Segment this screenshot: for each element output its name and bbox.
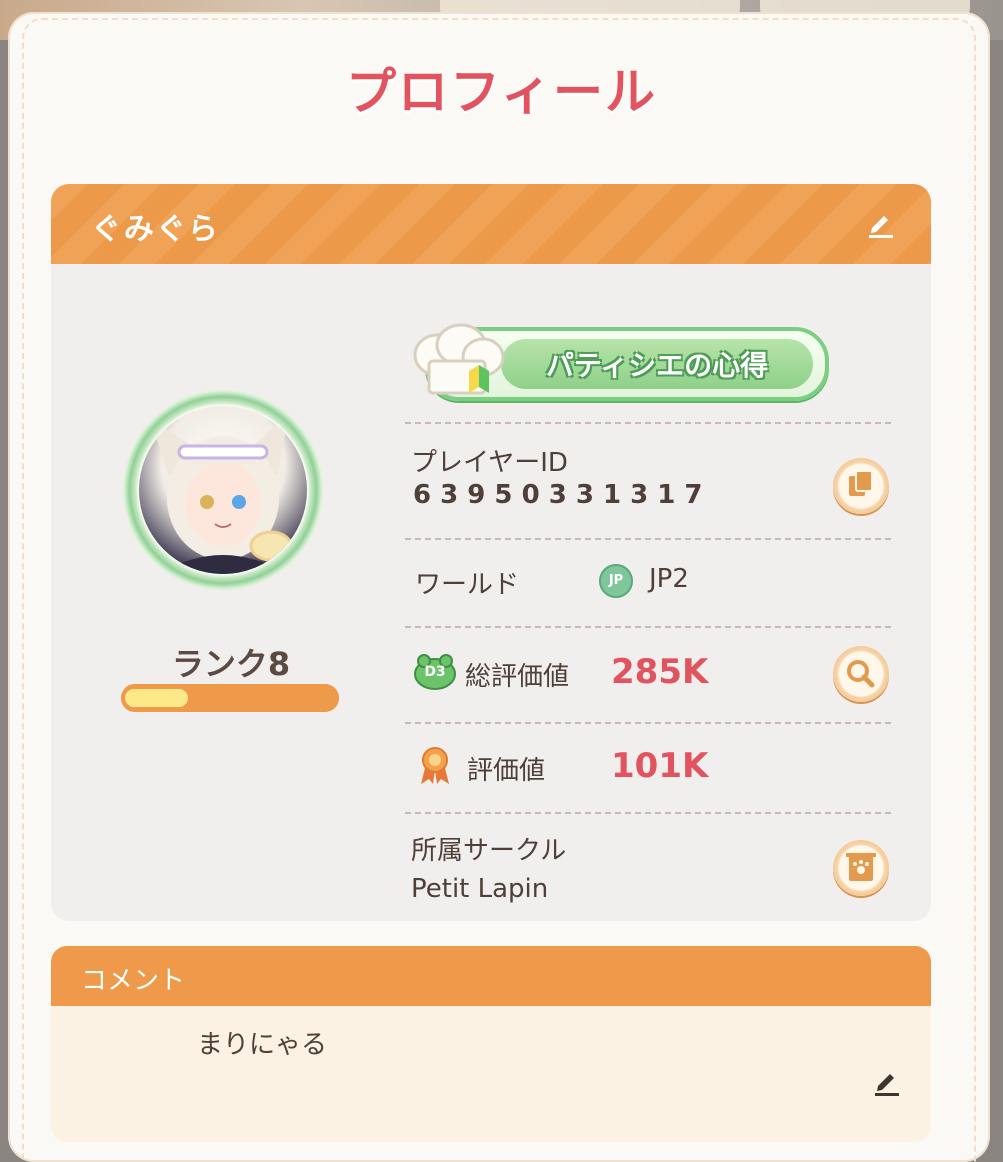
- divider: [405, 422, 891, 424]
- player-id-label: プレイヤーID: [411, 448, 568, 478]
- player-avatar[interactable]: [123, 390, 323, 590]
- comment-section: コメント まりにゃる: [51, 946, 931, 1142]
- rating-label: 評価値: [467, 756, 546, 786]
- rating-value: 101K: [611, 746, 709, 786]
- profile-card-header: ぐみぐら: [51, 184, 931, 264]
- comment-text: まりにゃる: [197, 1030, 328, 1060]
- comment-header: コメント: [51, 946, 931, 1006]
- magnifier-icon: [847, 660, 875, 688]
- comment-header-label: コメント: [81, 966, 186, 996]
- divider: [405, 722, 891, 724]
- cat-girl-portrait: [149, 414, 293, 574]
- pencil-icon[interactable]: [869, 1064, 903, 1098]
- total-rating-value: 285K: [611, 652, 709, 692]
- divider: [405, 626, 891, 628]
- rank-label: ランク8: [171, 645, 291, 683]
- player-id-value: 6 3 9 5 0 3 3 1 3 1 7: [413, 480, 703, 510]
- title-badge-text: パティシエの心得: [545, 349, 769, 382]
- avatar-portrait: [139, 406, 307, 574]
- pencil-icon[interactable]: [863, 206, 897, 240]
- divider: [405, 538, 891, 540]
- d3-frog-label: D3: [424, 664, 446, 680]
- ribbon-medal-icon: [421, 747, 449, 784]
- circle-label: 所属サークル: [411, 836, 567, 866]
- circle-value: Petit Lapin: [411, 874, 549, 904]
- circle-button[interactable]: [833, 840, 889, 896]
- rank-progress-fill: [125, 689, 188, 707]
- title-badge[interactable]: パティシエの心得: [407, 321, 829, 401]
- divider: [405, 812, 891, 814]
- profile-card: ぐみぐら ランク8 パティシエの心得 プレイヤーID 6 3 9 5 0 3 3…: [51, 184, 931, 921]
- world-value: JP2: [649, 564, 689, 594]
- player-name: ぐみぐら: [91, 212, 220, 247]
- copy-id-button[interactable]: [833, 458, 889, 514]
- copy-icon: [849, 470, 873, 496]
- chef-hat-icon: [413, 323, 505, 395]
- rank-progress-bar: [121, 684, 339, 712]
- total-rating-label: 総評価値: [465, 662, 570, 692]
- world-label: ワールド: [415, 570, 520, 600]
- rating-detail-button[interactable]: [833, 646, 889, 702]
- circle-banner-icon: [846, 853, 876, 881]
- jp-globe-icon: JP: [599, 564, 633, 598]
- page-title: プロフィール: [346, 63, 657, 121]
